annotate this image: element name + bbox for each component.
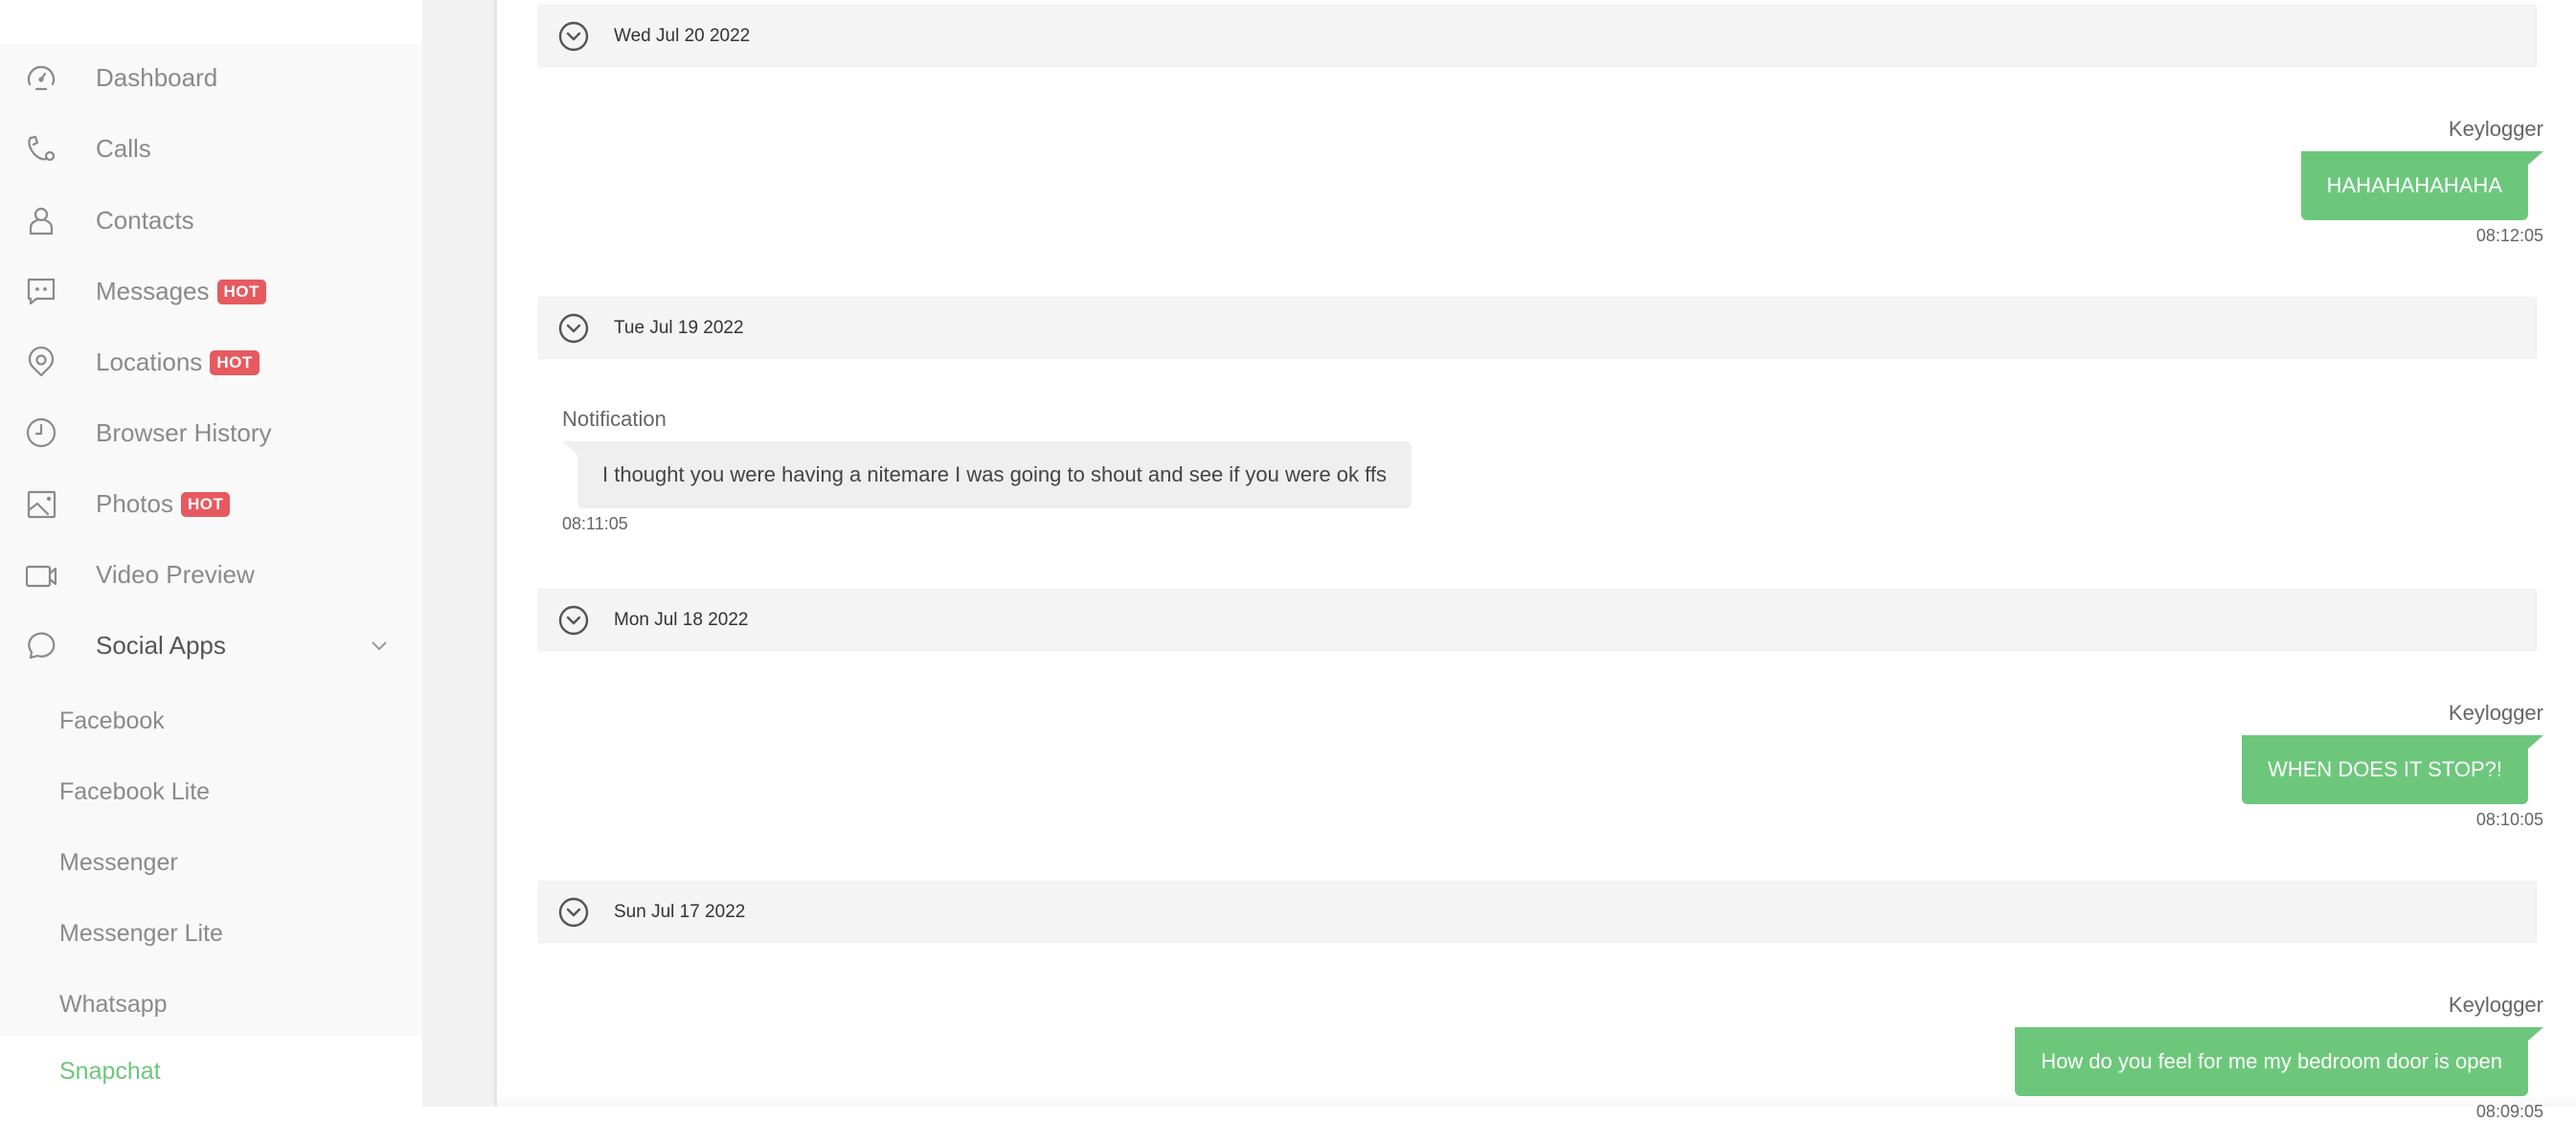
sidebar-item-photos[interactable]: Photos HOT [0,468,422,539]
date-label: Wed Jul 20 2022 [614,25,751,46]
date-label: Tue Jul 19 2022 [614,317,744,338]
sidebar-subitem-label: Facebook Lite [59,777,211,805]
message-incoming: Notification I thought you were having a… [562,407,1412,534]
sidebar-item-dashboard[interactable]: Dashboard [0,42,422,113]
date-group-header[interactable]: Tue Jul 19 2022 [538,297,2537,359]
sidebar-item-label: Photos HOT [96,488,231,519]
date-group-header[interactable]: Sun Jul 17 2022 [538,881,2537,943]
message-time: 08:11:05 [562,514,628,533]
sidebar-subitem-whatsapp[interactable]: Whatsapp [0,969,422,1040]
sidebar-header [0,0,422,44]
sidebar-item-text: Photos [96,488,173,518]
conversation-panel: Wed Jul 20 2022 Keylogger HAHAHAHAHAHA 0… [497,0,2576,1121]
sidebar-subitem-label: Facebook [59,707,165,734]
sidebar-subitem-label: Whatsapp [59,990,168,1018]
sidebar-subitem-facebook[interactable]: Facebook [0,685,422,756]
message-bubble: I thought you were having a nitemare I w… [562,441,1412,508]
message-outgoing: Keylogger WHEN DOES IT STOP?! 08:10:05 [2242,701,2543,830]
sidebar-item-locations[interactable]: Locations HOT [0,326,422,397]
sidebar-item-label: Social Apps [96,630,226,660]
video-camera-icon [25,558,57,591]
sidebar-item-label: Locations HOT [96,348,260,377]
sidebar: Dashboard Calls Contacts Messages HOT Loc… [0,0,422,1107]
message-icon [25,275,57,307]
sidebar-item-video-preview[interactable]: Video Preview [0,539,422,610]
sidebar-item-label: Dashboard [96,62,218,92]
chevron-circle-down-icon[interactable] [557,20,590,53]
message-sender: Keylogger [2448,117,2543,141]
image-icon [25,487,57,520]
sidebar-subitem-label: Snapchat [59,1057,161,1085]
phone-icon [25,132,57,165]
sidebar-subitem-facebook-lite[interactable]: Facebook Lite [0,756,422,827]
sidebar-item-label: Browser History [96,417,272,447]
sidebar-item-calls[interactable]: Calls [0,113,422,184]
hot-badge: HOT [216,279,266,304]
clock-icon [25,416,57,449]
scroll-shadow [497,1093,2576,1107]
hot-badge: HOT [180,491,231,517]
sidebar-item-label: Messages HOT [96,277,266,306]
chevron-circle-down-icon[interactable] [557,604,590,637]
chevron-down-icon[interactable] [368,634,391,657]
hot-badge: HOT [210,349,260,375]
chevron-circle-down-icon[interactable] [557,312,590,345]
sidebar-gutter [422,0,497,1107]
message-time: 08:12:05 [2475,226,2543,245]
sidebar-subitem-snapchat[interactable]: Snapchat [0,1036,422,1107]
date-group-header[interactable]: Mon Jul 18 2022 [538,589,2537,651]
message-sender: Notification [562,407,667,431]
sidebar-item-social-apps[interactable]: Social Apps [0,610,422,681]
chat-bubble-icon [25,629,57,662]
date-group-header[interactable]: Wed Jul 20 2022 [538,5,2537,67]
sidebar-subitem-label: Messenger Lite [59,919,223,947]
sidebar-item-text: Messages [96,276,210,305]
sidebar-item-contacts[interactable]: Contacts [0,185,422,256]
message-sender: Keylogger [2448,993,2543,1017]
sidebar-item-browser-history[interactable]: Browser History [0,397,422,468]
date-label: Mon Jul 18 2022 [614,609,749,630]
sidebar-subitem-messenger[interactable]: Messenger [0,827,422,898]
message-time: 08:10:05 [2475,810,2543,829]
dashboard-icon [25,61,57,94]
sidebar-item-label: Video Preview [96,559,255,589]
sidebar-item-messages[interactable]: Messages HOT [0,256,422,326]
sidebar-subitem-label: Messenger [59,848,178,876]
sidebar-subitem-messenger-lite[interactable]: Messenger Lite [0,898,422,969]
sidebar-item-label: Calls [96,133,151,163]
chevron-circle-down-icon[interactable] [557,896,590,929]
message-bubble: WHEN DOES IT STOP?! [2242,735,2543,804]
location-pin-icon [25,346,57,378]
date-label: Sun Jul 17 2022 [614,901,746,922]
message-sender: Keylogger [2448,701,2543,725]
message-bubble: HAHAHAHAHAHA [2300,151,2544,220]
user-icon [25,204,57,236]
message-outgoing: Keylogger HAHAHAHAHAHA 08:12:05 [2300,117,2544,246]
message-bubble: How do you feel for me my bedroom door i… [2015,1027,2543,1096]
sidebar-item-text: Locations [96,347,203,376]
sidebar-item-label: Contacts [96,205,194,235]
